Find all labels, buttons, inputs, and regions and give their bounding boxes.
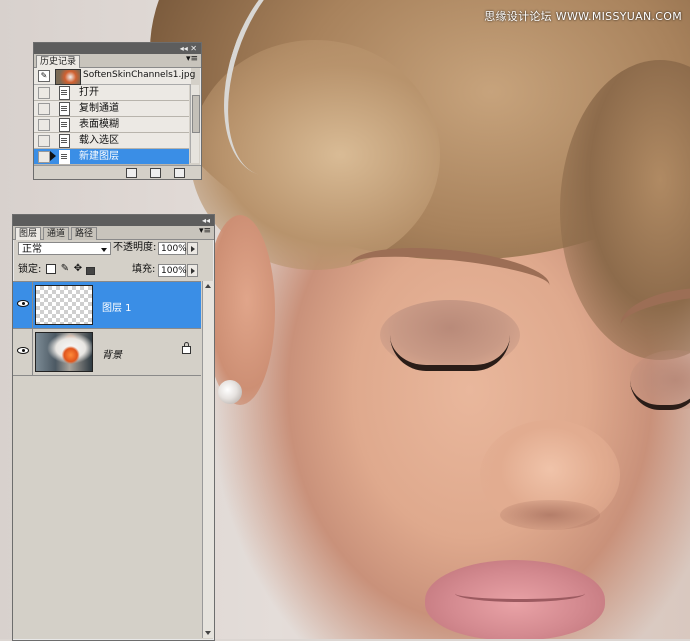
snapshot-name: SoftenSkinChannels1.jpg xyxy=(83,70,196,80)
new-document-from-state-icon[interactable] xyxy=(126,168,137,178)
history-state[interactable]: 载入选区 xyxy=(34,133,189,149)
history-state[interactable]: 打开 xyxy=(34,85,189,101)
tab-paths[interactable]: 路径 xyxy=(71,227,98,240)
history-state-label: 载入选区 xyxy=(79,135,119,146)
document-icon xyxy=(59,86,70,100)
history-scrollbar[interactable] xyxy=(190,85,200,163)
history-footer xyxy=(34,165,201,179)
fill-slider-button[interactable] xyxy=(187,264,198,277)
layers-tab-strip: 图层 通道 路径 ▾≡ xyxy=(13,226,214,240)
watermark: 思缘设计论坛 WWW.MISSYUAN.COM xyxy=(484,10,682,23)
eye-shape xyxy=(17,347,29,354)
lock-row: 锁定: ✎ ✥ 填充: 100% xyxy=(16,263,212,279)
chevron-down-icon xyxy=(101,248,107,252)
lock-icon xyxy=(182,342,191,354)
scroll-up-icon[interactable] xyxy=(205,284,211,288)
history-brush-checkbox[interactable] xyxy=(38,87,50,99)
tab-layers[interactable]: 图层 xyxy=(15,227,42,240)
lock-all-icon[interactable] xyxy=(86,267,95,275)
opacity-label: 不透明度: xyxy=(113,242,157,253)
opacity-slider-button[interactable] xyxy=(187,242,198,255)
scroll-down-icon[interactable] xyxy=(205,631,211,635)
blend-mode-value: 正常 xyxy=(22,244,42,255)
pearl-earring xyxy=(218,380,242,404)
fill-label: 填充: xyxy=(132,264,156,275)
scrollbar-thumb[interactable] xyxy=(192,95,200,133)
lock-transparency-icon[interactable] xyxy=(46,264,56,274)
history-state-selected[interactable]: 新建图层 xyxy=(34,149,189,165)
layer-row[interactable]: 图层 1 xyxy=(13,282,201,329)
history-brush-checkbox[interactable] xyxy=(38,119,50,131)
history-snapshot[interactable]: ✎ SoftenSkinChannels1.jpg xyxy=(34,68,195,85)
document-icon xyxy=(59,150,70,164)
divider xyxy=(32,329,33,375)
history-state-list: 打开 复制通道 表面模糊 载入选区 新建图层 xyxy=(34,85,189,165)
layer-list: 图层 1 背景 xyxy=(13,281,201,639)
document-icon xyxy=(59,118,70,132)
lock-pixels-icon[interactable]: ✎ xyxy=(60,264,70,274)
blend-row: 正常 不透明度: 100% xyxy=(16,241,212,257)
nostril-shadow xyxy=(500,500,600,530)
lip-line xyxy=(455,585,585,602)
ear xyxy=(205,215,275,405)
document-icon xyxy=(59,134,70,148)
lock-label: 锁定: xyxy=(18,264,42,275)
eyelash-left xyxy=(390,335,510,371)
new-snapshot-icon[interactable] xyxy=(150,168,161,178)
history-state-label: 打开 xyxy=(79,87,99,98)
history-state[interactable]: 复制通道 xyxy=(34,101,189,117)
visibility-eye-icon[interactable] xyxy=(17,345,29,357)
history-state-label: 复制通道 xyxy=(79,103,119,114)
history-panel: ◂◂ ✕ 历史记录 ▾≡ ✎ SoftenSkinChannels1.jpg 打… xyxy=(33,42,202,180)
tab-history[interactable]: 历史记录 xyxy=(36,55,81,68)
layers-panel: ◂◂ 图层 通道 路径 ▾≡ 正常 不透明度: 100% 锁定: ✎ ✥ 填充:… xyxy=(12,214,215,641)
state-slider-icon[interactable] xyxy=(50,151,56,161)
close-icon[interactable]: ✕ xyxy=(190,44,197,53)
history-brush-source-icon[interactable]: ✎ xyxy=(38,70,50,82)
divider xyxy=(32,282,33,328)
tab-channels[interactable]: 通道 xyxy=(43,227,70,240)
layer-name: 背景 xyxy=(102,350,122,361)
delete-state-icon[interactable] xyxy=(174,168,185,178)
collapse-icon[interactable]: ◂◂ xyxy=(202,216,210,225)
fill-field[interactable]: 100% xyxy=(158,264,187,277)
history-brush-checkbox[interactable] xyxy=(38,103,50,115)
layer-name: 图层 1 xyxy=(102,303,132,314)
collapse-icon[interactable]: ◂◂ xyxy=(180,44,188,53)
snapshot-thumbnail xyxy=(55,69,81,85)
layer-row[interactable]: 背景 xyxy=(13,329,201,376)
layers-titlebar[interactable]: ◂◂ xyxy=(13,215,214,226)
history-brush-checkbox[interactable] xyxy=(38,151,50,163)
blend-mode-select[interactable]: 正常 xyxy=(18,242,111,255)
panel-menu-icon[interactable]: ▾≡ xyxy=(199,226,211,236)
history-titlebar[interactable]: ◂◂ ✕ xyxy=(34,43,201,54)
history-state[interactable]: 表面模糊 xyxy=(34,117,189,133)
panel-menu-icon[interactable]: ▾≡ xyxy=(186,54,198,64)
history-brush-checkbox[interactable] xyxy=(38,135,50,147)
history-state-label: 表面模糊 xyxy=(79,119,119,130)
history-tab-strip: 历史记录 ▾≡ xyxy=(34,54,201,68)
opacity-field[interactable]: 100% xyxy=(158,242,187,255)
layers-scrollbar[interactable] xyxy=(202,281,214,638)
lock-position-icon[interactable]: ✥ xyxy=(73,264,83,274)
history-state-label: 新建图层 xyxy=(79,151,119,162)
eyelash-right xyxy=(630,380,690,410)
document-icon xyxy=(59,102,70,116)
visibility-eye-icon[interactable] xyxy=(17,298,29,310)
eye-shape xyxy=(17,300,29,307)
layer-thumbnail xyxy=(35,332,93,372)
layer-thumbnail xyxy=(35,285,93,325)
